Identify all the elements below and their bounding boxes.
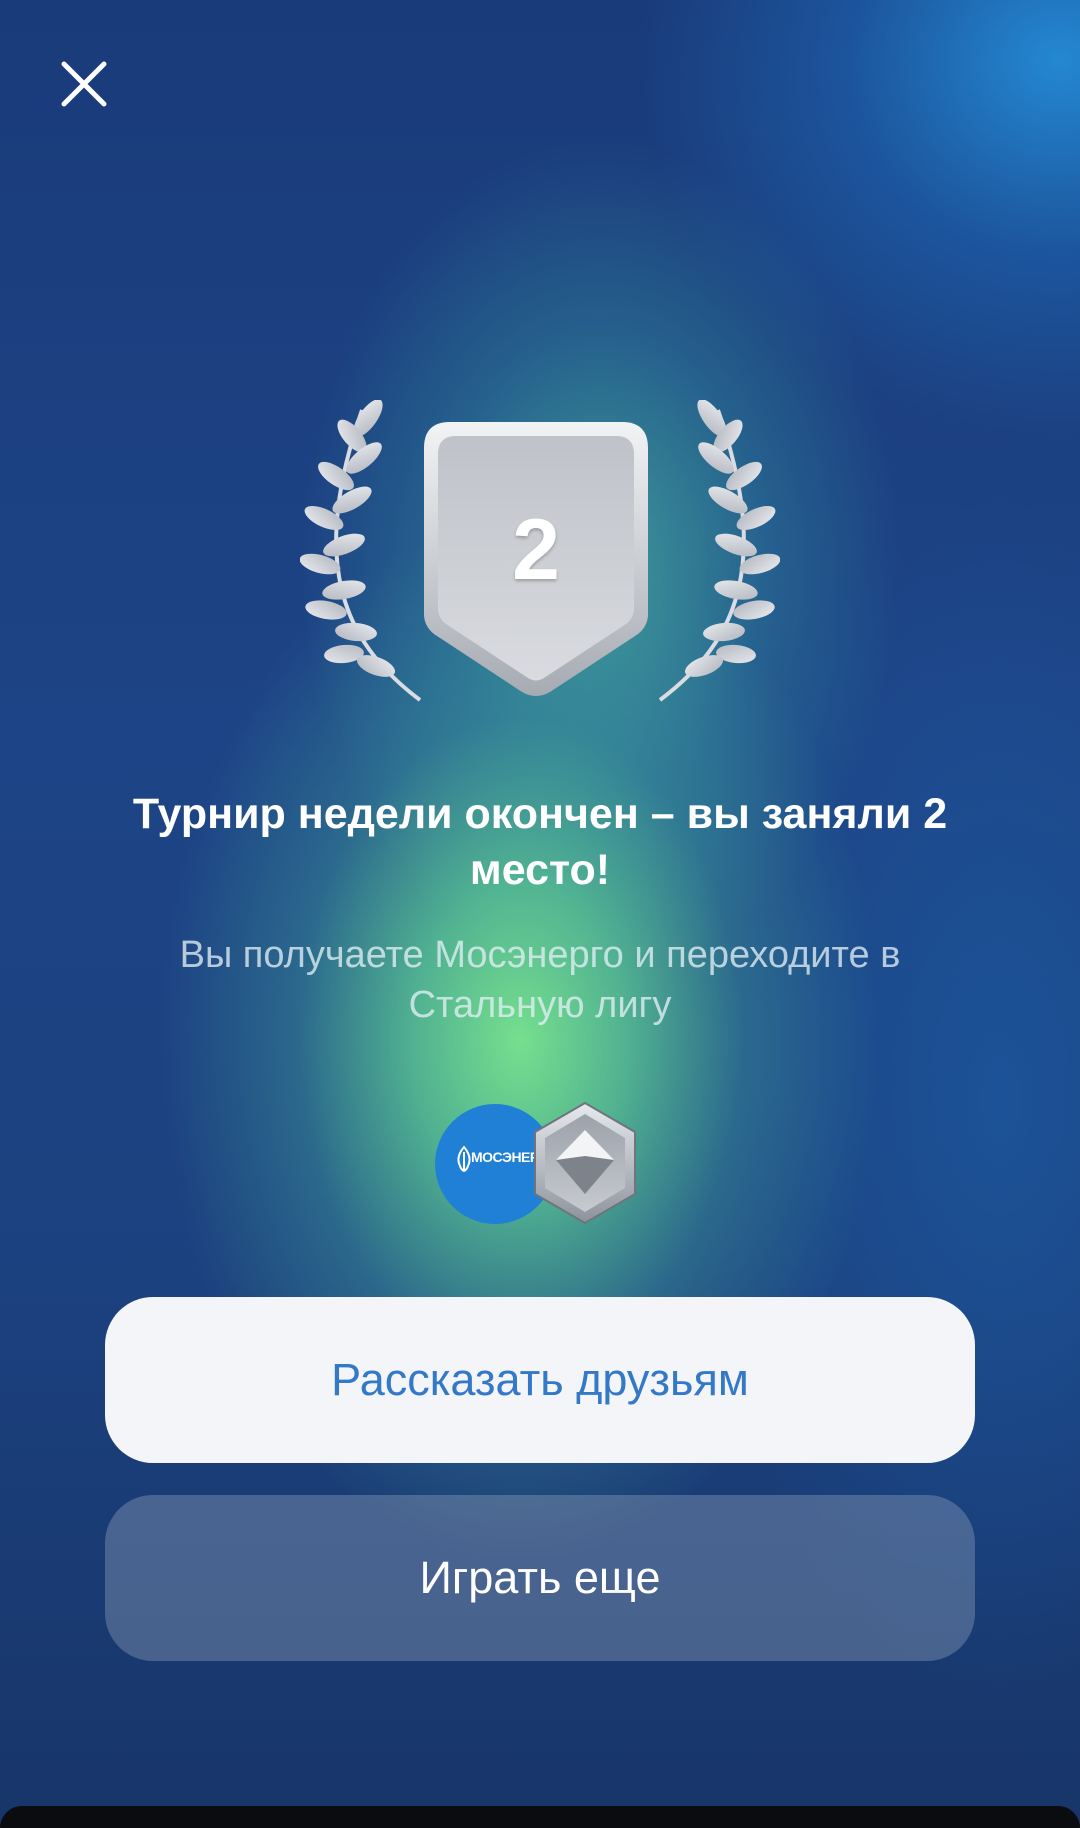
bottom-sheet-edge (0, 1806, 1080, 1828)
share-with-friends-button[interactable]: Рассказать друзьям (105, 1297, 975, 1463)
steel-league-badge-icon (534, 1101, 636, 1225)
laurel-left-icon (300, 400, 422, 702)
result-title: Турнир недели окончен – вы заняли 2 мест… (132, 790, 948, 894)
close-icon (61, 61, 107, 107)
place-trophy: 2 (300, 400, 780, 720)
result-subtitle: Вы получаете Мосэнерго и переходите в Ст… (179, 934, 901, 1026)
laurel-right-icon (658, 400, 780, 702)
tournament-result-screen: 2 Турнир недели окончен – вы заняли 2 ме… (0, 0, 1080, 1828)
place-number: 2 (512, 502, 560, 598)
play-again-button[interactable]: Играть еще (105, 1495, 975, 1661)
close-button[interactable] (52, 52, 116, 116)
rewards-row: МОСЭНЕРГО (432, 1100, 652, 1230)
